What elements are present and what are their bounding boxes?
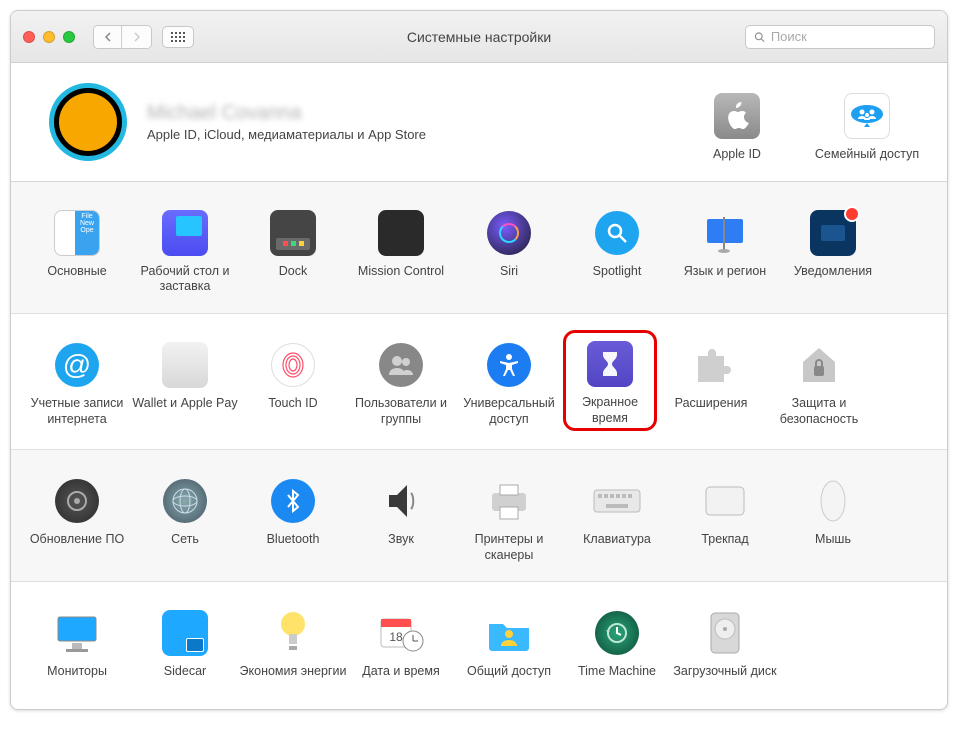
dock-item[interactable]: Dock (239, 198, 347, 295)
at-sign-icon: @ (52, 340, 102, 390)
account-section: Michael Covanna Apple ID, iCloud, медиам… (11, 63, 947, 182)
folder-person-icon (484, 608, 534, 658)
display-icon (52, 608, 102, 658)
svg-text:18: 18 (389, 630, 403, 644)
pref-row-4: Мониторы Sidecar Экономия энергии 18 (11, 581, 947, 698)
apple-id-item[interactable]: Apple ID (683, 81, 791, 163)
users-icon (376, 340, 426, 390)
mouse-icon (808, 476, 858, 526)
puzzle-icon (686, 340, 736, 390)
language-item[interactable]: Язык и регион (671, 198, 779, 295)
sidecar-icon (160, 608, 210, 658)
touchid-item[interactable]: Touch ID (239, 330, 347, 431)
family-sharing-label: Семейный доступ (815, 147, 919, 163)
account-subtitle: Apple ID, iCloud, медиаматериалы и App S… (147, 127, 426, 142)
startup-disk-item[interactable]: Загрузочный диск (671, 598, 779, 680)
system-preferences-window: Системные настройки Michael Covanna Appl… (10, 10, 948, 710)
avatar[interactable] (49, 83, 127, 161)
search-input[interactable] (771, 29, 926, 44)
bluetooth-icon (268, 476, 318, 526)
mouse-item[interactable]: Мышь (779, 466, 887, 563)
bluetooth-item[interactable]: Bluetooth (239, 466, 347, 563)
forward-button[interactable] (123, 26, 151, 48)
extensions-item[interactable]: Расширения (657, 330, 765, 431)
trackpad-icon (700, 476, 750, 526)
mission-control-item[interactable]: Mission Control (347, 198, 455, 295)
window-controls (23, 31, 75, 43)
house-lock-icon (794, 340, 844, 390)
lightbulb-icon (268, 608, 318, 658)
siri-item[interactable]: Siri (455, 198, 563, 295)
preferences-grid: FileNewOpe Основные Рабочий стол и заста… (11, 182, 947, 698)
general-icon: FileNewOpe (52, 208, 102, 258)
notifications-item[interactable]: Уведомления (779, 198, 887, 295)
search-icon (754, 31, 765, 43)
spotlight-icon (592, 208, 642, 258)
pref-row-1: FileNewOpe Основные Рабочий стол и заста… (11, 182, 947, 313)
datetime-item[interactable]: 18 Дата и время (347, 598, 455, 680)
accessibility-icon (484, 340, 534, 390)
spotlight-item[interactable]: Spotlight (563, 198, 671, 295)
desktop-icon (160, 208, 210, 258)
family-icon (850, 104, 884, 128)
trackpad-item[interactable]: Трекпад (671, 466, 779, 563)
pref-row-2: @ Учетные записи интернета Wallet и Appl… (11, 313, 947, 449)
speaker-icon (376, 476, 426, 526)
mission-control-icon (376, 208, 426, 258)
fingerprint-icon (268, 340, 318, 390)
users-groups-item[interactable]: Пользователи и группы (347, 330, 455, 431)
calendar-clock-icon: 18 (376, 608, 426, 658)
keyboard-item[interactable]: Клавиатура (563, 466, 671, 563)
energy-item[interactable]: Экономия энергии (239, 598, 347, 680)
internet-accounts-item[interactable]: @ Учетные записи интернета (23, 330, 131, 431)
sound-item[interactable]: Звук (347, 466, 455, 563)
accessibility-item[interactable]: Универсальный доступ (455, 330, 563, 431)
titlebar: Системные настройки (11, 11, 947, 63)
gear-icon (52, 476, 102, 526)
printers-item[interactable]: Принтеры и сканеры (455, 466, 563, 563)
general-item[interactable]: FileNewOpe Основные (23, 198, 131, 295)
zoom-button[interactable] (63, 31, 75, 43)
close-button[interactable] (23, 31, 35, 43)
family-sharing-item[interactable]: Семейный доступ (813, 81, 921, 163)
sidecar-item[interactable]: Sidecar (131, 598, 239, 680)
pref-row-3: Обновление ПО Сеть Bluetooth (11, 449, 947, 581)
timemachine-icon (592, 608, 642, 658)
timemachine-item[interactable]: Time Machine (563, 598, 671, 680)
desktop-item[interactable]: Рабочий стол и заставка (131, 198, 239, 295)
screentime-item[interactable]: Экранное время (563, 330, 657, 431)
apple-logo-icon (724, 101, 750, 131)
siri-icon (484, 208, 534, 258)
show-all-button[interactable] (162, 26, 194, 48)
printer-icon (484, 476, 534, 526)
sharing-item[interactable]: Общий доступ (455, 598, 563, 680)
search-field[interactable] (745, 25, 935, 49)
disk-icon (700, 608, 750, 658)
nav-buttons (93, 25, 152, 49)
back-button[interactable] (94, 26, 122, 48)
hourglass-icon (585, 339, 635, 389)
network-item[interactable]: Сеть (131, 466, 239, 563)
security-item[interactable]: Защита и безопасность (765, 330, 873, 431)
globe-icon (160, 476, 210, 526)
apple-id-label: Apple ID (713, 147, 761, 163)
language-icon (700, 208, 750, 258)
account-name: Michael Covanna (147, 102, 426, 125)
minimize-button[interactable] (43, 31, 55, 43)
notifications-icon (808, 208, 858, 258)
wallet-item[interactable]: Wallet и Apple Pay (131, 330, 239, 431)
displays-item[interactable]: Мониторы (23, 598, 131, 680)
dock-icon (268, 208, 318, 258)
software-update-item[interactable]: Обновление ПО (23, 466, 131, 563)
wallet-icon (160, 340, 210, 390)
keyboard-icon (592, 476, 642, 526)
